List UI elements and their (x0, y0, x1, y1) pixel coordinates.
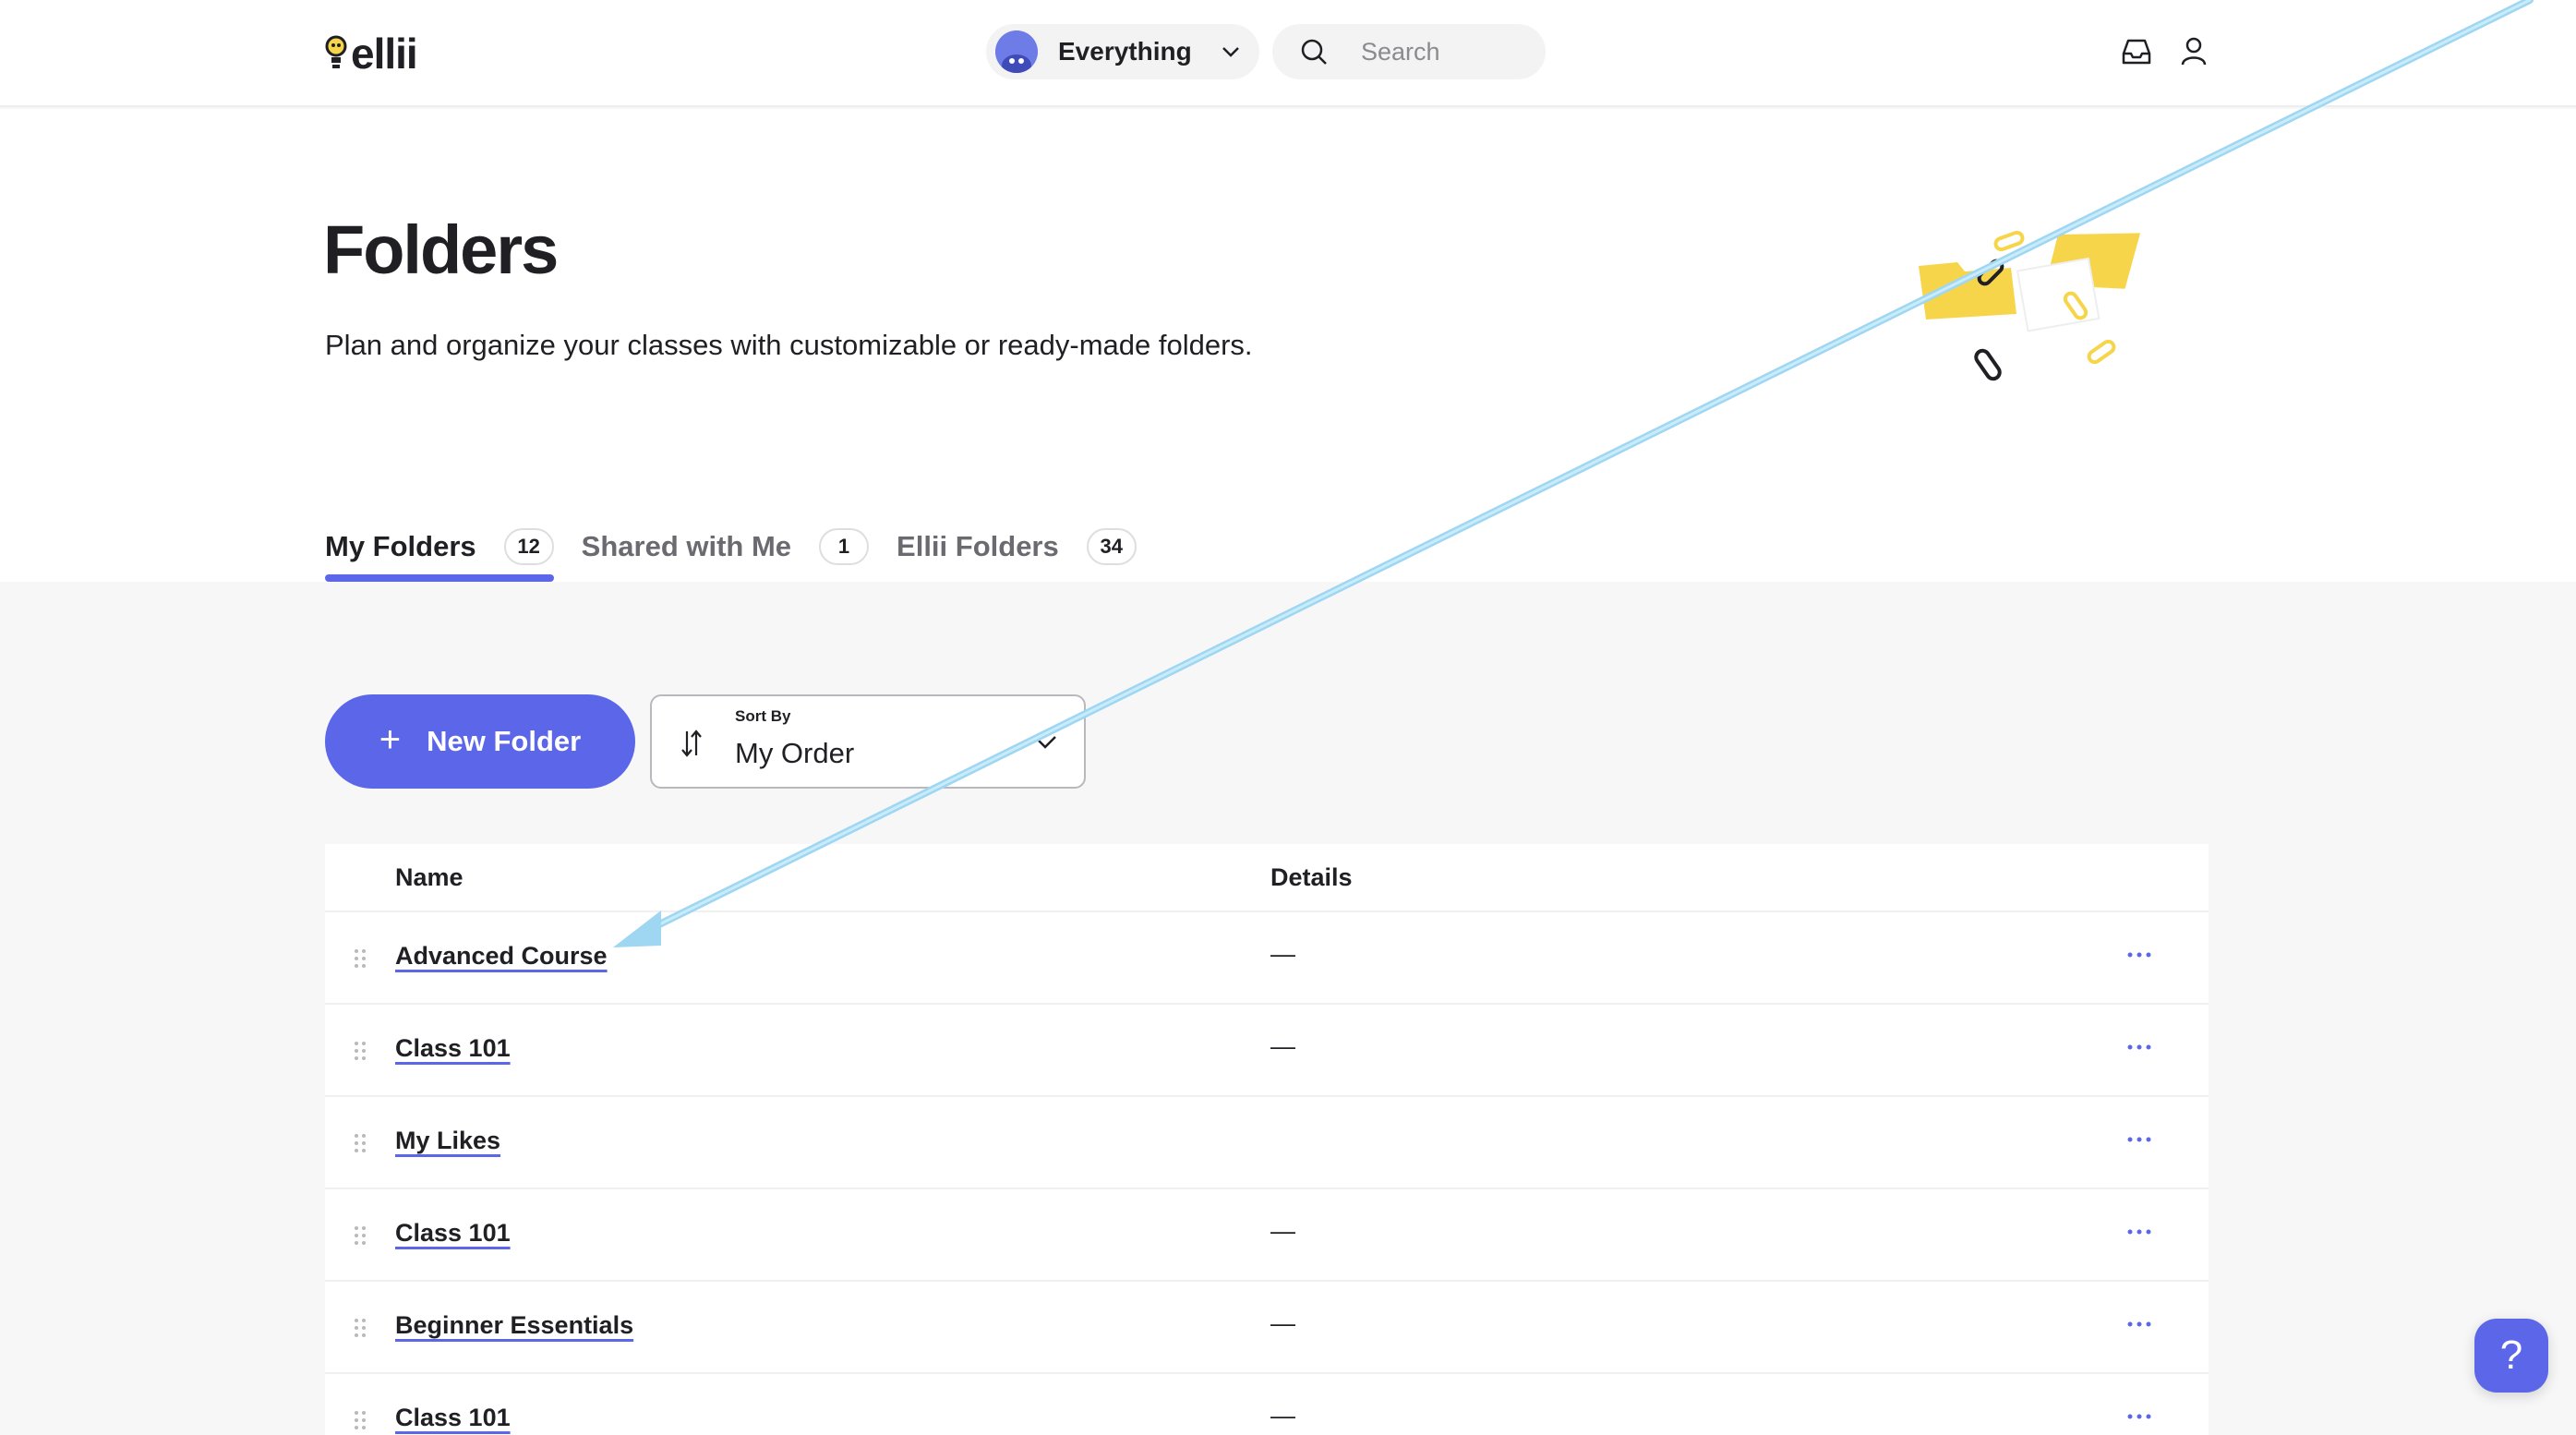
more-options-icon[interactable] (2125, 1407, 2153, 1426)
new-folder-label: New Folder (427, 725, 582, 757)
sort-caption: Sort By (735, 707, 791, 725)
new-folder-button[interactable]: + New Folder (325, 694, 635, 789)
folder-details: — (1270, 1032, 1295, 1060)
help-button[interactable]: ? (2474, 1319, 2548, 1393)
table-row: Class 101 — (325, 1188, 2209, 1280)
tab-label: Shared with Me (581, 530, 792, 562)
search-placeholder: Search (1361, 37, 1440, 66)
chevron-down-icon (1222, 47, 1239, 57)
table-row: Class 101 — (325, 1003, 2209, 1095)
user-icon[interactable] (2177, 35, 2210, 68)
drag-handle-icon[interactable] (353, 1224, 367, 1247)
folders-illustration (1919, 230, 2141, 381)
tab-label: Ellii Folders (897, 530, 1059, 562)
search-input[interactable]: Search (1272, 24, 1546, 79)
table-row: Advanced Course — (325, 910, 2209, 1003)
lightbulb-icon (325, 35, 347, 68)
sort-icon (681, 730, 702, 757)
tab-my-folders[interactable]: My Folders 12 (325, 512, 554, 582)
top-navigation-bar: ellii Everything Search (0, 0, 2576, 107)
inbox-icon[interactable] (2120, 35, 2153, 68)
page-hero: Folders Plan and organize your classes w… (0, 109, 2576, 582)
more-options-icon[interactable] (2125, 1038, 2153, 1056)
column-header-name: Name (395, 862, 463, 891)
scope-label: Everything (1058, 37, 1192, 66)
sort-value: My Order (735, 737, 855, 769)
tab-ellii-folders[interactable]: Ellii Folders 34 (897, 512, 1137, 582)
page-title: Folders (323, 211, 559, 288)
page-subtitle: Plan and organize your classes with cust… (325, 329, 1253, 361)
more-options-icon[interactable] (2125, 1130, 2153, 1149)
plus-icon: + (379, 718, 402, 760)
folder-tabs: My Folders 12 Shared with Me 1 Ellii Fol… (325, 512, 1164, 582)
drag-handle-icon[interactable] (353, 1132, 367, 1154)
folder-details: — (1270, 1309, 1295, 1337)
folder-name-link[interactable]: Class 101 (395, 1034, 511, 1063)
more-options-icon[interactable] (2125, 1223, 2153, 1241)
tab-shared-with-me[interactable]: Shared with Me 1 (581, 512, 870, 582)
tab-label: My Folders (325, 530, 476, 562)
scope-avatar (995, 30, 1038, 73)
more-options-icon[interactable] (2125, 1315, 2153, 1333)
logo-text: ellii (351, 30, 418, 78)
folder-details: — (1270, 940, 1295, 968)
table-row: Class 101 — (325, 1372, 2209, 1435)
tab-count-badge: 1 (819, 528, 870, 565)
sort-by-select[interactable]: Sort By My Order (650, 694, 1086, 789)
folders-table: Name Details Advanced Course — Class 101… (325, 844, 2209, 1435)
column-header-details: Details (1270, 862, 1353, 891)
drag-handle-icon[interactable] (353, 947, 367, 970)
folder-name-link[interactable]: Class 101 (395, 1219, 511, 1248)
search-icon (1301, 39, 1327, 65)
scope-selector[interactable]: Everything (986, 24, 1259, 79)
chevron-down-icon (1034, 736, 1056, 749)
folder-name-link[interactable]: Class 101 (395, 1404, 511, 1432)
folder-name-link[interactable]: My Likes (395, 1127, 500, 1155)
drag-handle-icon[interactable] (353, 1409, 367, 1431)
drag-handle-icon[interactable] (353, 1317, 367, 1339)
folder-name-link[interactable]: Advanced Course (395, 942, 608, 971)
folder-details: — (1270, 1217, 1295, 1245)
tab-count-badge: 12 (503, 528, 554, 565)
folder-name-link[interactable]: Beginner Essentials (395, 1311, 633, 1340)
ellii-logo[interactable]: ellii (323, 28, 418, 79)
tab-count-badge: 34 (1086, 528, 1137, 565)
folder-details: — (1270, 1402, 1295, 1429)
table-row: My Likes (325, 1095, 2209, 1188)
drag-handle-icon[interactable] (353, 1040, 367, 1062)
table-row: Beginner Essentials — (325, 1280, 2209, 1372)
more-options-icon[interactable] (2125, 946, 2153, 964)
